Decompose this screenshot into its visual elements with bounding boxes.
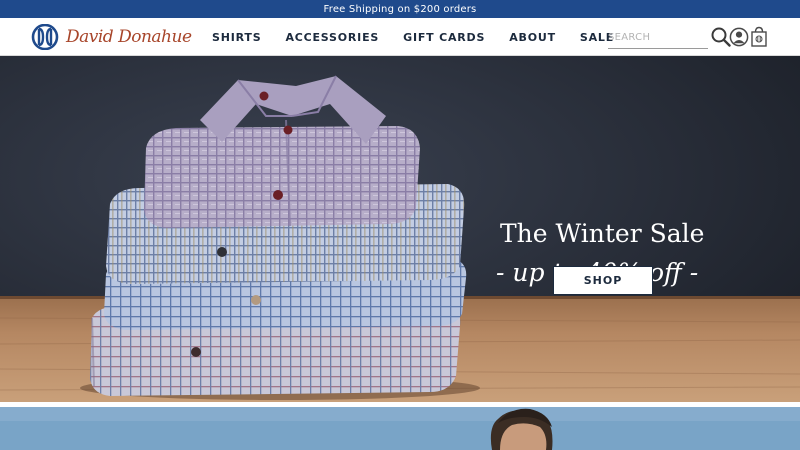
main-nav: SHIRTS ACCESSORIES GIFT CARDS ABOUT SALE: [212, 18, 638, 56]
nav-about[interactable]: ABOUT: [509, 31, 556, 44]
promo-text: Free Shipping on $200 orders: [323, 3, 477, 15]
logo-text: David Donahue: [66, 27, 192, 47]
hero-banner[interactable]: The Winter Sale - up to 40% off - SHOP: [0, 56, 800, 402]
nav-accessories[interactable]: ACCESSORIES: [285, 31, 379, 44]
account-icon[interactable]: [729, 26, 749, 48]
secondary-banner-image: [0, 407, 800, 450]
shop-button[interactable]: SHOP: [553, 266, 653, 295]
search-icon[interactable]: [711, 26, 731, 48]
search-box: [608, 27, 708, 49]
logo-mark-icon: [31, 24, 59, 50]
nav-gift-cards[interactable]: GIFT CARDS: [403, 31, 485, 44]
shopping-bag-icon[interactable]: [749, 26, 769, 48]
secondary-banner[interactable]: [0, 407, 800, 450]
hero-title: The Winter Sale: [500, 219, 705, 248]
nav-shirts[interactable]: SHIRTS: [212, 31, 261, 44]
logo[interactable]: David Donahue: [30, 24, 192, 50]
search-input[interactable]: [608, 29, 708, 49]
promo-bar: Free Shipping on $200 orders: [0, 0, 800, 18]
site-header: David Donahue SHIRTS ACCESSORIES GIFT CA…: [0, 18, 800, 56]
